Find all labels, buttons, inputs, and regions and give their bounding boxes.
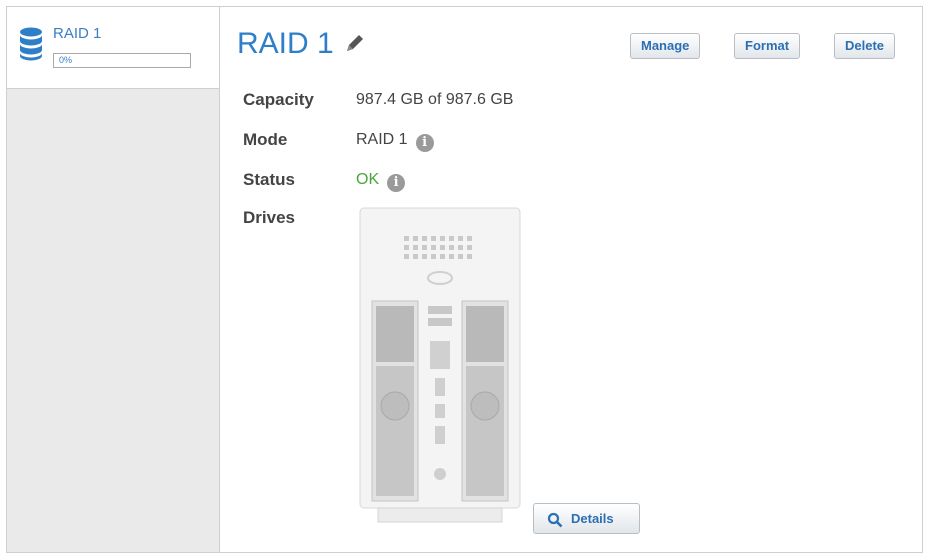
sidebar-item-label: RAID 1 xyxy=(53,25,102,42)
manage-button[interactable]: Manage xyxy=(630,33,701,59)
sidebar: RAID 1 0% xyxy=(7,7,220,552)
details-button-label: Details xyxy=(571,511,614,526)
mode-row: RAID 1 i xyxy=(356,131,434,152)
details-button[interactable]: Details xyxy=(533,503,640,534)
mode-info-icon[interactable]: i xyxy=(415,134,434,152)
main-content: RAID 1 Manage Format Delete Capacity 987… xyxy=(220,7,922,552)
volume-progress-bar: 0% xyxy=(53,53,191,68)
capacity-label: Capacity xyxy=(243,90,314,109)
mode-value: RAID 1 xyxy=(356,131,408,148)
capacity-value: 987.4 GB of 987.6 GB xyxy=(356,91,514,108)
volume-progress-text: 0% xyxy=(59,55,73,65)
status-row: OK i xyxy=(356,171,406,192)
raid-panel: RAID 1 0% RAID 1 Manage Format Delete Ca… xyxy=(6,6,923,553)
drive-enclosure-image xyxy=(359,207,521,523)
drives-label: Drives xyxy=(243,208,295,227)
pencil-icon[interactable] xyxy=(344,32,366,54)
status-label: Status xyxy=(243,170,295,189)
magnifier-icon xyxy=(547,512,563,528)
database-icon xyxy=(20,27,42,61)
status-info-icon[interactable]: i xyxy=(387,174,406,192)
sidebar-item-raid-volume[interactable]: RAID 1 0% xyxy=(7,7,219,89)
delete-button[interactable]: Delete xyxy=(834,33,896,59)
mode-label: Mode xyxy=(243,130,288,149)
status-value: OK xyxy=(356,171,380,188)
page-title: RAID 1 xyxy=(237,27,334,60)
format-button[interactable]: Format xyxy=(734,33,801,59)
